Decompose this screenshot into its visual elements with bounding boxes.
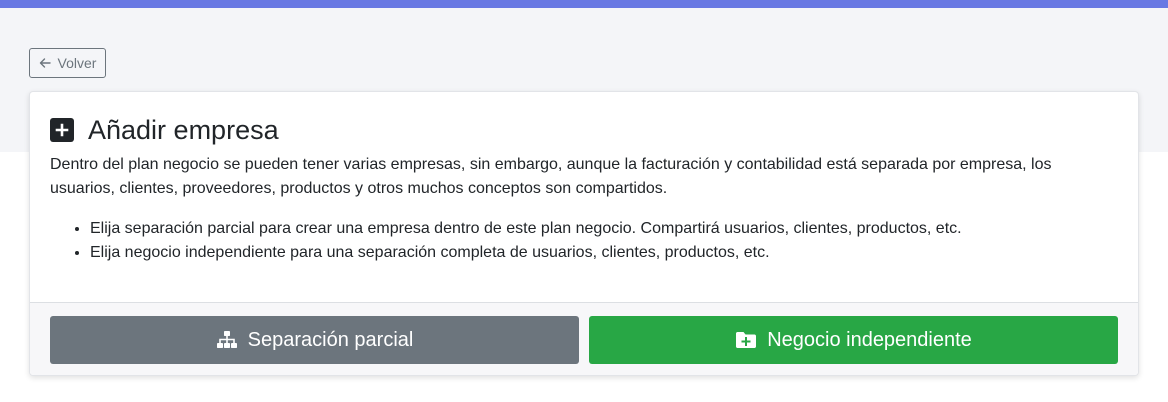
card-body: Añadir empresa Dentro del plan negocio s… xyxy=(30,92,1138,303)
independent-business-button[interactable]: Negocio independiente xyxy=(589,316,1118,364)
options-list: Elija separación parcial para crear una … xyxy=(70,217,1090,265)
top-accent-bar xyxy=(0,0,1168,8)
add-company-card: Añadir empresa Dentro del plan negocio s… xyxy=(29,91,1139,376)
back-button[interactable]: Volver xyxy=(29,48,106,78)
sitemap-icon xyxy=(216,331,237,348)
option-partial-description: Elija separación parcial para crear una … xyxy=(90,217,1090,241)
arrow-left-icon xyxy=(39,58,51,68)
partial-separation-button[interactable]: Separación parcial xyxy=(50,316,579,364)
partial-separation-label: Separación parcial xyxy=(247,328,414,351)
card-title: Añadir empresa xyxy=(50,114,279,146)
folder-plus-icon xyxy=(736,332,757,348)
intro-text: Dentro del plan negocio se pueden tener … xyxy=(50,156,1052,197)
plus-square-icon xyxy=(50,118,74,142)
back-button-label: Volver xyxy=(57,55,97,71)
page-title: Añadir empresa xyxy=(88,115,279,145)
option-independent-description: Elija negocio independiente para una sep… xyxy=(90,241,1090,265)
card-footer: Separación parcial Negocio independiente xyxy=(30,302,1138,375)
independent-business-label: Negocio independiente xyxy=(767,328,972,351)
